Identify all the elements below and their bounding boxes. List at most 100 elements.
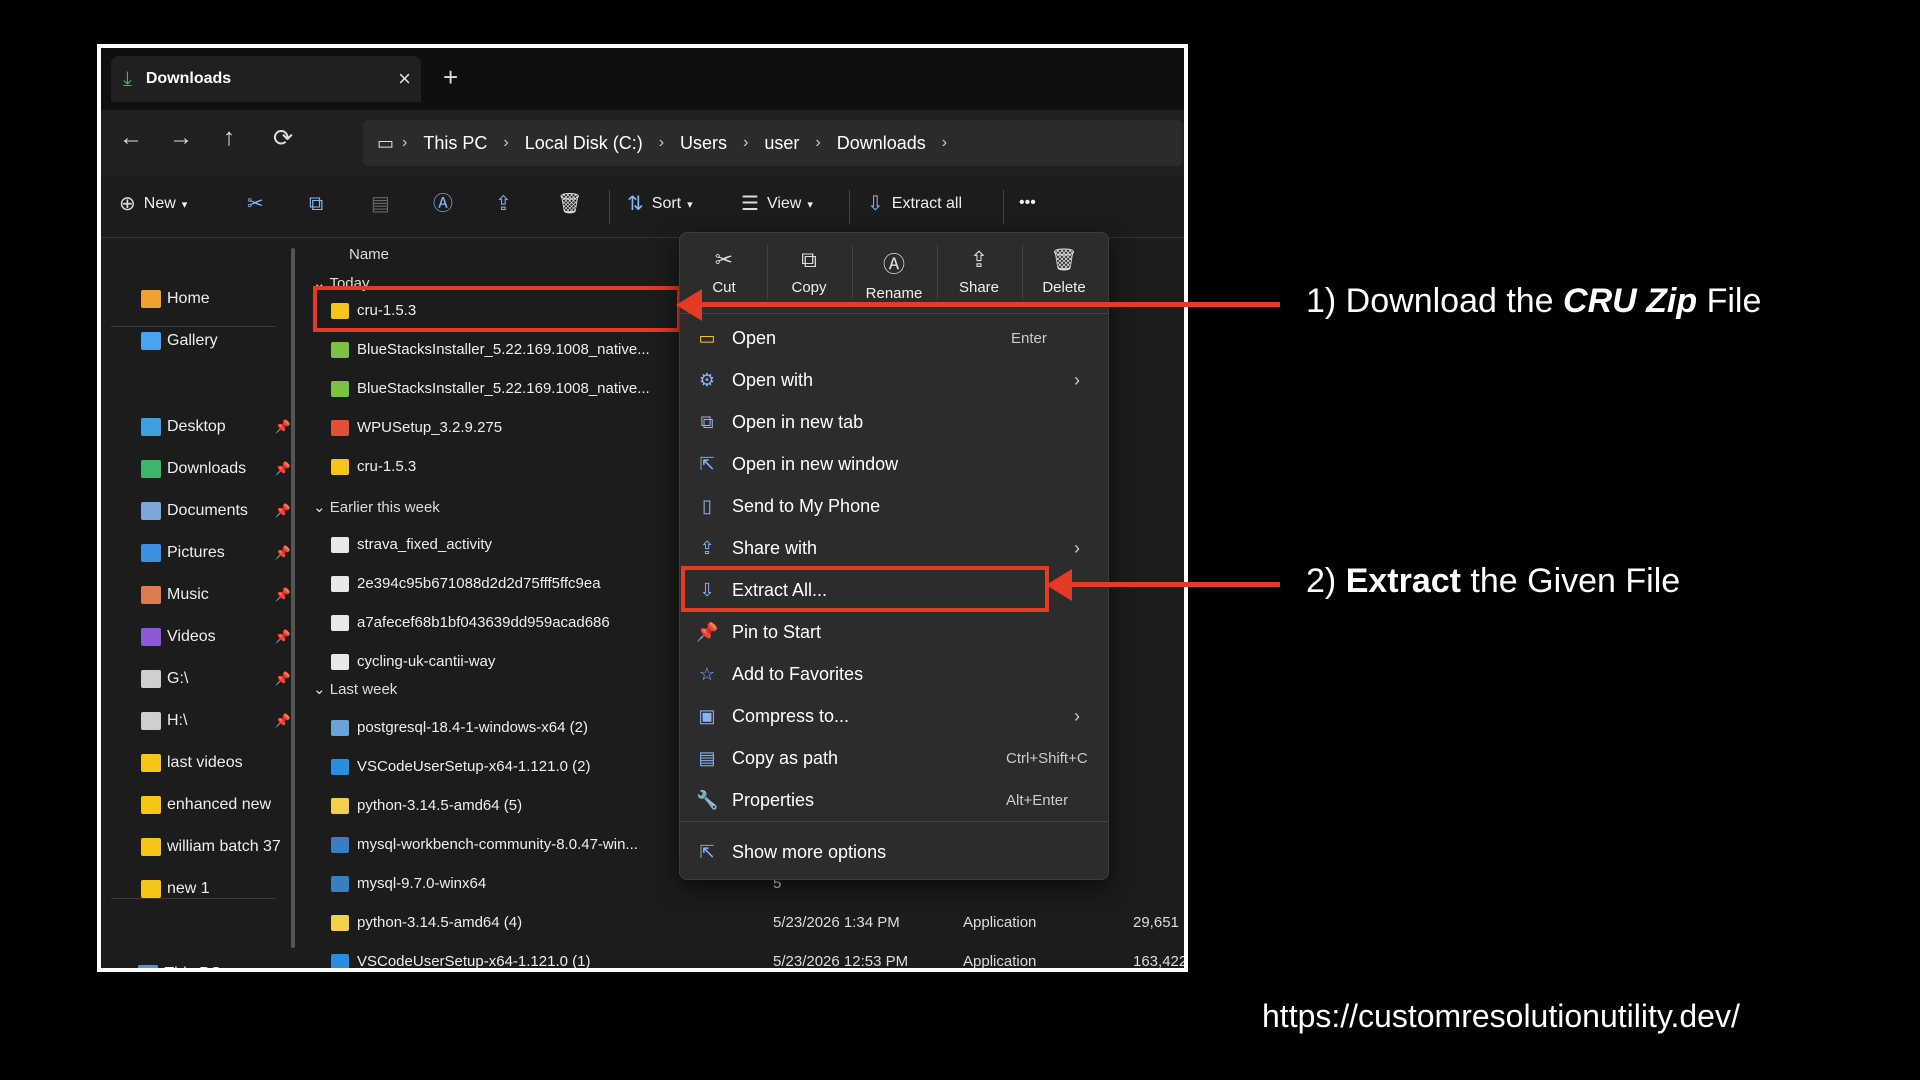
breadcrumb-this-pc[interactable]: This PC	[423, 133, 487, 154]
paste-icon[interactable]: ▤	[371, 194, 390, 214]
context-delete-button[interactable]: 🗑 Delete	[1024, 247, 1104, 296]
menu-item-show-more-options[interactable]: ⇱ Show more options	[696, 835, 1094, 869]
file-row[interactable]: postgresql-18.4-1-windows-x64 (2)	[331, 719, 691, 736]
sidebar-item-label: Documents	[167, 502, 248, 519]
pin-icon[interactable]: 📌	[275, 671, 291, 687]
file-row[interactable]: mysql-workbench-community-8.0.47-win...	[331, 836, 691, 853]
pin-icon[interactable]: 📌	[275, 587, 291, 603]
sidebar-item-this-pc[interactable]: ⌄ This PC	[111, 964, 261, 968]
file-row[interactable]: WPUSetup_3.2.9.275	[331, 419, 691, 436]
delete-icon: 🗑	[1050, 247, 1078, 272]
chevron-right-icon: ›	[1074, 537, 1080, 558]
view-button[interactable]: ☰ View ▾	[741, 194, 813, 214]
pin-icon[interactable]: 📌	[275, 713, 291, 729]
menu-item-open-in-new-tab[interactable]: ⧉ Open in new tab	[696, 405, 1094, 439]
pin-icon[interactable]: 📌	[275, 545, 291, 561]
download-icon: ⤓	[123, 67, 132, 90]
sidebar-item-music[interactable]: Music 📌	[141, 586, 291, 604]
column-header-name[interactable]: Name	[349, 246, 389, 263]
refresh-button[interactable]: ⟳	[273, 124, 293, 153]
context-divider	[680, 821, 1108, 822]
file-row[interactable]: BlueStacksInstaller_5.22.169.1008_native…	[331, 341, 691, 358]
file-row[interactable]: cycling-uk-cantii-way	[331, 653, 691, 670]
file-row[interactable]: 2e394c95b671088d2d2d75fff5ffc9ea	[331, 575, 691, 592]
sidebar-item-videos[interactable]: Videos 📌	[141, 628, 291, 646]
context-copy-button[interactable]: ⧉ Copy	[769, 247, 849, 296]
menu-item-pin-to-start[interactable]: 📌 Pin to Start	[696, 615, 1094, 649]
file-icon	[331, 575, 349, 592]
close-tab-icon[interactable]: ×	[398, 66, 411, 92]
new-button[interactable]: ⊕ New ▾	[119, 194, 187, 214]
file-row[interactable]: python-3.14.5-amd64 (4)	[331, 914, 691, 931]
quick-action-divider	[1022, 245, 1023, 299]
menu-item-copy-as-path[interactable]: ▤ Copy as path Ctrl+Shift+C	[696, 741, 1094, 775]
sort-button[interactable]: ⇅ Sort ▾	[627, 194, 693, 214]
cut-icon[interactable]: ✂	[247, 194, 264, 214]
new-tab-button[interactable]: +	[443, 62, 458, 93]
breadcrumb-downloads[interactable]: Downloads	[837, 133, 926, 154]
context-share-button[interactable]: ⇪ Share	[939, 247, 1019, 296]
up-button[interactable]: ↑	[223, 124, 235, 152]
delete-icon[interactable]: 🗑	[557, 194, 582, 214]
sidebar-item-home[interactable]: Home	[141, 290, 291, 308]
pin-icon[interactable]: 📌	[275, 503, 291, 519]
documents-icon	[141, 502, 161, 520]
plus-circle-icon: ⊕	[119, 193, 136, 215]
chevron-right-icon: ›	[658, 134, 665, 151]
menu-item-compress-to[interactable]: ▣ Compress to... ›	[696, 699, 1094, 733]
file-row[interactable]: VSCodeUserSetup-x64-1.121.0 (1)	[331, 953, 691, 968]
pin-icon[interactable]: 📌	[275, 419, 291, 435]
file-row[interactable]: a7afecef68b1bf043639dd959acad686	[331, 614, 691, 631]
group-header[interactable]: ⌄ Earlier this week	[313, 498, 440, 516]
menu-item-open-with[interactable]: ⚙ Open with ›	[696, 363, 1094, 397]
sidebar-item-new-1[interactable]: new 1	[141, 880, 291, 898]
back-button[interactable]: ←	[119, 124, 143, 152]
sidebar-item-g-[interactable]: G:\ 📌	[141, 670, 291, 688]
menu-item-send-to-my-phone[interactable]: ▯ Send to My Phone	[696, 489, 1094, 523]
file-row[interactable]: BlueStacksInstaller_5.22.169.1008_native…	[331, 380, 691, 397]
sidebar-item-william-batch-37[interactable]: william batch 37	[141, 838, 291, 856]
sidebar-item-downloads[interactable]: Downloads 📌	[141, 460, 291, 478]
file-row[interactable]: VSCodeUserSetup-x64-1.121.0 (2)	[331, 758, 691, 775]
sidebar-item-h-[interactable]: H:\ 📌	[141, 712, 291, 730]
python-icon	[331, 914, 349, 931]
quick-action-divider	[852, 245, 853, 299]
menu-item-open[interactable]: ▭ Open Enter	[696, 321, 1094, 355]
pin-icon[interactable]: 📌	[275, 461, 291, 477]
menu-item-open-in-new-window[interactable]: ⇱ Open in new window	[696, 447, 1094, 481]
menu-item-share-with[interactable]: ⇪ Share with ›	[696, 531, 1094, 565]
menu-item-properties[interactable]: 🔧 Properties Alt+Enter	[696, 783, 1094, 817]
breadcrumb-local-disk[interactable]: Local Disk (C:)	[525, 133, 643, 154]
sidebar-item-last-videos[interactable]: last videos	[141, 754, 291, 772]
tab-downloads[interactable]: ⤓ Downloads ×	[111, 56, 421, 102]
address-bar[interactable]: ▭ › This PC › Local Disk (C:) › Users › …	[363, 120, 1183, 166]
share-icon[interactable]: ⇪	[495, 194, 512, 214]
sidebar-scrollbar[interactable]	[291, 248, 295, 948]
forward-button[interactable]: →	[169, 124, 193, 152]
sidebar-item-gallery[interactable]: Gallery	[141, 332, 291, 350]
file-row[interactable]: cru-1.5.3	[331, 458, 691, 475]
file-row[interactable]: python-3.14.5-amd64 (5)	[331, 797, 691, 814]
menu-item-add-to-favorites[interactable]: ☆ Add to Favorites	[696, 657, 1094, 691]
pin-icon[interactable]: 📌	[275, 629, 291, 645]
more-options-icon[interactable]: •••	[1019, 194, 1036, 212]
sidebar-item-documents[interactable]: Documents 📌	[141, 502, 291, 520]
chevron-down-icon[interactable]: ⌄	[111, 964, 124, 968]
star-icon: ☆	[698, 663, 716, 684]
vscode-icon	[331, 758, 349, 775]
sidebar-item-label: Music	[167, 586, 209, 603]
breadcrumb-users[interactable]: Users	[680, 133, 727, 154]
breadcrumb-user[interactable]: user	[764, 133, 799, 154]
file-row[interactable]: strava_fixed_activity	[331, 536, 691, 553]
sidebar-item-pictures[interactable]: Pictures 📌	[141, 544, 291, 562]
group-header[interactable]: ⌄ Last week	[313, 680, 397, 698]
copy-icon[interactable]: ⧉	[309, 194, 323, 214]
extract-all-button[interactable]: ⇩ Extract all	[867, 194, 962, 214]
context-rename-button[interactable]: Ⓐ Rename	[854, 247, 934, 302]
sidebar-item-desktop[interactable]: Desktop 📌	[141, 418, 291, 436]
file-row[interactable]: mysql-9.7.0-winx64	[331, 875, 691, 892]
file-name: BlueStacksInstaller_5.22.169.1008_native…	[357, 341, 650, 358]
file-explorer-screenshot: ⤓ Downloads × + ← → ↑ ⟳ ▭ › This PC › Lo…	[97, 44, 1188, 972]
sidebar-item-enhanced-new[interactable]: enhanced new	[141, 796, 291, 814]
rename-icon[interactable]: Ⓐ	[433, 194, 453, 214]
